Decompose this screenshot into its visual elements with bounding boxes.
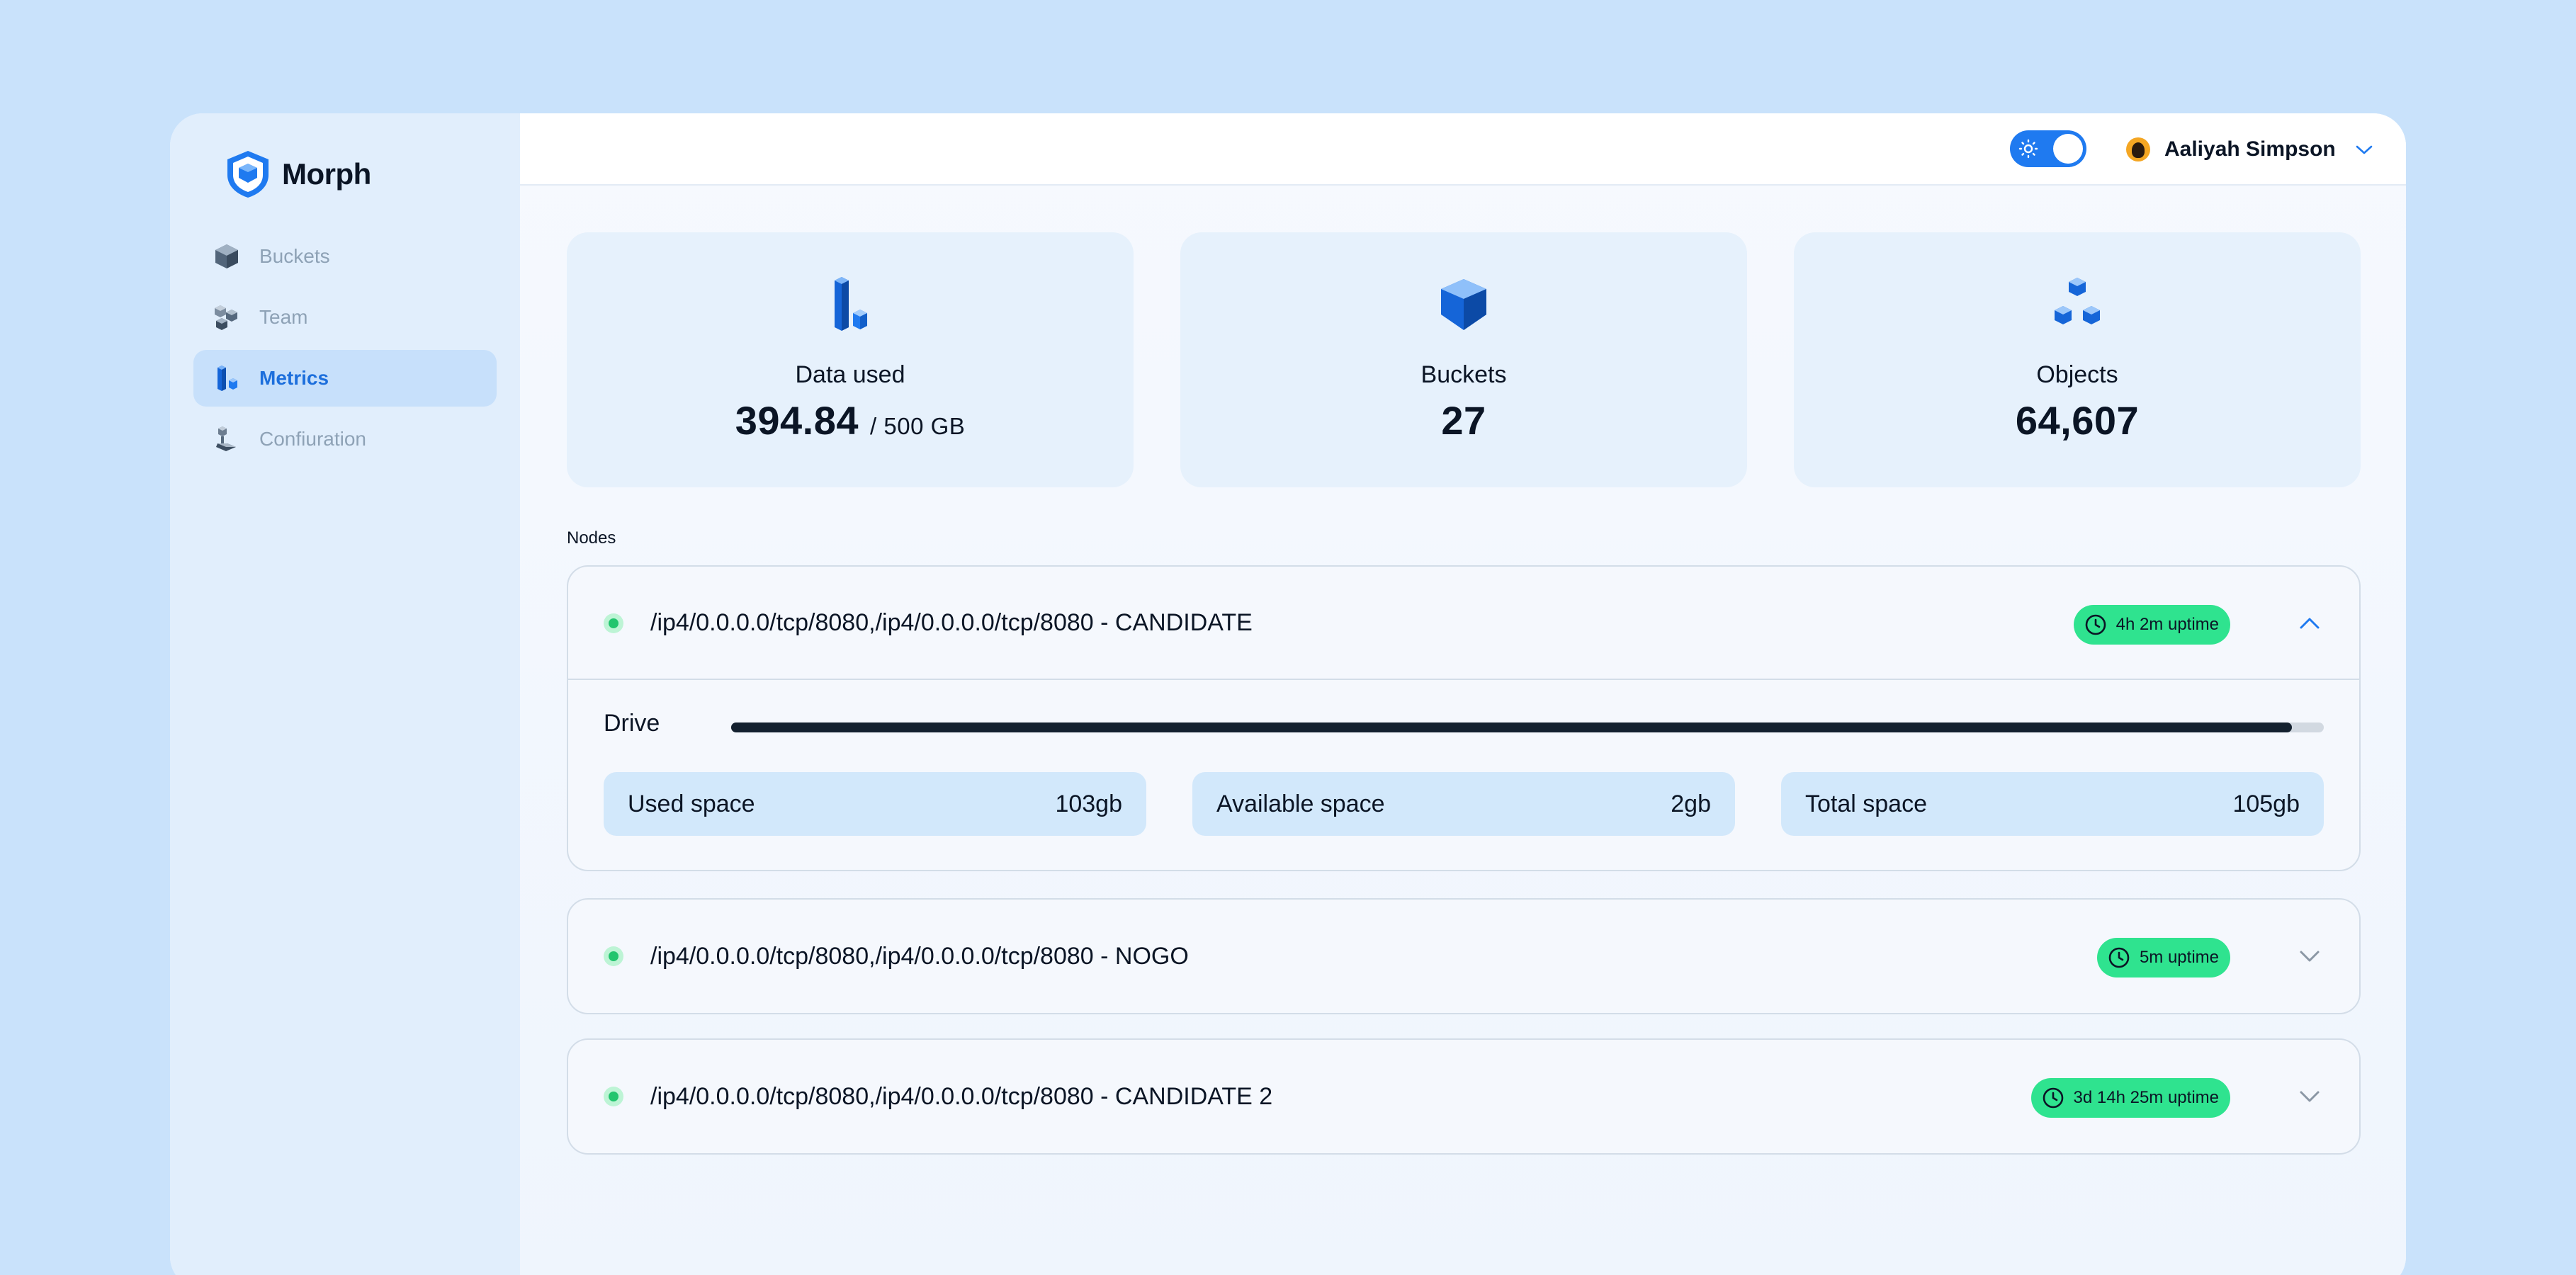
team-cubes-icon [211,302,242,333]
avatar [2126,137,2150,162]
available-space-label: Available space [1216,790,1385,817]
stats-row: Data used 394.84 / 500 GB Buckets 27 Obj… [567,232,2361,487]
data-bars-icon [567,275,1134,334]
nodes-section-title: Nodes [567,528,616,548]
clock-icon [2085,614,2106,635]
drive-label: Drive [604,710,660,737]
used-space-label: Used space [628,790,755,817]
user-menu[interactable]: Aaliyah Simpson [2126,132,2374,167]
chevron-down-icon[interactable] [2297,1084,2322,1109]
sidebar-item-buckets[interactable]: Buckets [193,228,497,285]
morph-logo-icon [227,151,269,198]
theme-toggle[interactable] [2010,130,2086,167]
stat-value: 27 [1441,398,1486,443]
drive-progress-fill [731,722,2293,732]
clock-icon [2108,947,2130,968]
total-space-value: 105gb [2232,790,2300,817]
app-name: Morph [282,157,371,191]
stat-number: 394.84 [735,398,859,443]
clock-icon [2043,1087,2063,1109]
brand-logo[interactable]: Morph [193,147,497,201]
node-address: /ip4/0.0.0.0/tcp/8080,/ip4/0.0.0.0/tcp/8… [650,942,1189,970]
bucket-cube-icon [1180,275,1747,334]
available-space-value: 2gb [1671,790,1711,817]
drive-progress-track [731,722,2324,732]
sidebar-item-label: Buckets [259,245,330,267]
status-dot [604,1087,623,1106]
user-name: Aaliyah Simpson [2164,137,2336,161]
stat-card-objects: Objects 64,607 [1794,232,2361,487]
stat-value: 394.84 / 500 GB [567,397,1134,443]
stat-label: Buckets [1420,361,1507,388]
space-summary: Used space 103gb Available space 2gb Tot… [568,772,2359,836]
node-address: /ip4/0.0.0.0/tcp/8080,/ip4/0.0.0.0/tcp/8… [650,608,1253,636]
stat-card-buckets: Buckets 27 [1180,232,1747,487]
node-header[interactable]: /ip4/0.0.0.0/tcp/8080,/ip4/0.0.0.0/tcp/8… [568,900,2359,1013]
node-card: /ip4/0.0.0.0/tcp/8080,/ip4/0.0.0.0/tcp/8… [567,898,2361,1014]
chevron-up-icon[interactable] [2297,611,2322,636]
app-window: Morph Buckets Team Metrics Confiuration … [170,113,2406,1275]
sidebar-item-label: Team [259,306,308,328]
node-card: /ip4/0.0.0.0/tcp/8080,/ip4/0.0.0.0/tcp/8… [567,565,2361,871]
sidebar-item-team[interactable]: Team [193,289,497,346]
uptime-text: 4h 2m uptime [2115,615,2219,634]
uptime-badge: 3d 14h 25m uptime [2030,1078,2230,1118]
drive-usage: Drive [568,680,2359,772]
status-dot [604,946,623,966]
node-header[interactable]: /ip4/0.0.0.0/tcp/8080,/ip4/0.0.0.0/tcp/8… [568,1040,2359,1153]
top-bar: Aaliyah Simpson [520,113,2406,186]
uptime-text: 3d 14h 25m uptime [2073,1088,2219,1107]
main-panel: Aaliyah Simpson Data used 394.84 / 500 G… [520,113,2406,1275]
uptime-badge: 5m uptime [2096,938,2230,978]
used-space-card: Used space 103gb [604,772,1146,836]
node-address: /ip4/0.0.0.0/tcp/8080,/ip4/0.0.0.0/tcp/8… [650,1082,1273,1110]
metrics-bars-icon [211,363,242,394]
stat-unit: / 500 GB [870,413,966,439]
objects-cubes-icon [1794,275,2361,334]
cube-icon [211,241,242,272]
sidebar-item-label: Confiuration [259,428,366,450]
total-space-label: Total space [1805,790,1927,817]
node-header[interactable]: /ip4/0.0.0.0/tcp/8080,/ip4/0.0.0.0/tcp/8… [568,567,2359,680]
chevron-down-icon [2356,145,2373,154]
chevron-down-icon[interactable] [2297,944,2322,969]
configuration-icon [211,424,242,455]
stat-value: 64,607 [2015,398,2140,443]
sidebar: Morph Buckets Team Metrics Confiuration [170,113,520,1275]
used-space-value: 103gb [1055,790,1122,817]
uptime-text: 5m uptime [2139,948,2219,967]
stat-label: Objects [2036,361,2118,388]
content-area: Data used 394.84 / 500 GB Buckets 27 Obj… [520,186,2406,1275]
sun-icon [2018,139,2038,159]
sidebar-item-label: Metrics [259,367,329,389]
status-dot [604,613,623,633]
uptime-badge: 4h 2m uptime [2073,605,2230,645]
available-space-card: Available space 2gb [1192,772,1735,836]
sidebar-item-configuration[interactable]: Confiuration [193,411,497,468]
toggle-knob [2053,134,2083,164]
sidebar-item-metrics[interactable]: Metrics [193,350,497,407]
node-card: /ip4/0.0.0.0/tcp/8080,/ip4/0.0.0.0/tcp/8… [567,1038,2361,1155]
stat-card-data-used: Data used 394.84 / 500 GB [567,232,1134,487]
total-space-card: Total space 105gb [1781,772,2324,836]
stat-label: Data used [795,361,905,388]
